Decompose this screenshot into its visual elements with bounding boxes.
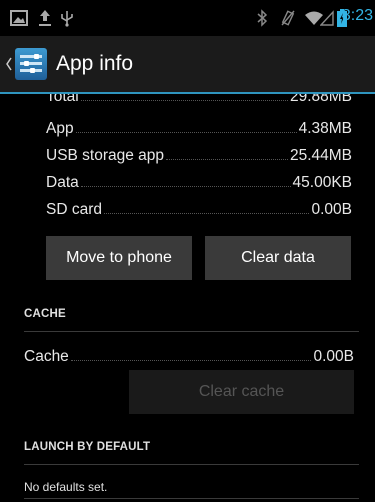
storage-row-value: 0.00B <box>311 201 352 218</box>
cache-value: 0.00B <box>313 348 354 365</box>
usb-icon <box>61 11 73 27</box>
storage-data-row: Data 45.00KB <box>46 168 352 192</box>
action-bar: App info <box>0 36 375 94</box>
status-bar: 3:23 <box>0 0 375 36</box>
storage-row-label: Data <box>46 174 79 191</box>
upload-icon <box>39 10 51 26</box>
divider <box>24 498 359 499</box>
storage-usb-row: USB storage app 25.44MB <box>46 141 352 165</box>
storage-row-value: 4.38MB <box>298 120 352 137</box>
signal-icon <box>320 10 334 26</box>
app-info-content[interactable]: Total 29.88MB App 4.38MB USB storage app… <box>0 94 375 502</box>
clock: 3:23 <box>341 7 373 24</box>
storage-row-label: USB storage app <box>46 147 165 164</box>
app-settings-icon[interactable] <box>15 48 47 80</box>
clear-cache-button[interactable]: Clear cache <box>129 370 354 414</box>
page-title: App info <box>56 52 134 75</box>
storage-sdcard-row: SD card 0.00B <box>46 195 352 219</box>
divider <box>24 464 359 465</box>
no-defaults-text: No defaults set. <box>24 480 108 494</box>
storage-row-value: 45.00KB <box>292 174 352 191</box>
divider <box>24 331 359 332</box>
cache-section-header: CACHE <box>24 308 66 320</box>
bluetooth-icon <box>257 9 268 27</box>
cache-row: Cache 0.00B <box>24 342 354 366</box>
launch-section-header: LAUNCH BY DEFAULT <box>24 441 151 453</box>
storage-app-row: App 4.38MB <box>46 114 352 138</box>
storage-row-label: App <box>46 120 74 137</box>
up-caret-icon[interactable] <box>5 56 13 72</box>
vibrate-off-icon <box>281 10 295 26</box>
storage-total-value: 29.88MB <box>289 94 352 105</box>
storage-row-value: 25.44MB <box>289 147 352 164</box>
storage-total-row: Total 29.88MB <box>46 94 352 106</box>
clear-data-button[interactable]: Clear data <box>205 236 351 280</box>
cache-label: Cache <box>24 348 69 365</box>
picture-icon <box>10 10 28 26</box>
storage-row-label: SD card <box>46 201 102 218</box>
storage-total-label: Total <box>46 94 79 105</box>
move-to-phone-button[interactable]: Move to phone <box>46 236 192 280</box>
